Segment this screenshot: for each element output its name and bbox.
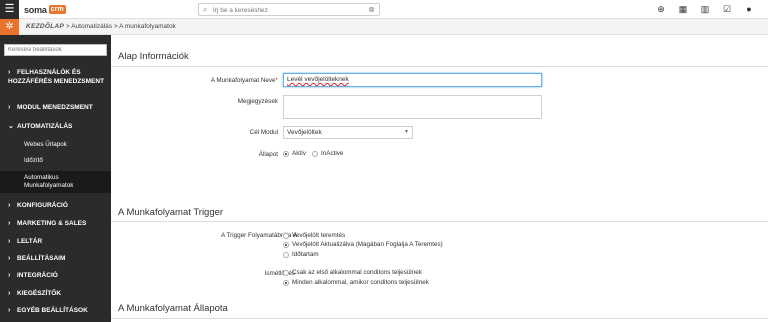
repeat-option-every[interactable]: Minden alkalommal, amikor conditons telj…: [283, 279, 429, 286]
sidebar-item-label: MARKETING & SALES: [17, 220, 87, 227]
required-marker: *: [275, 77, 278, 84]
sidebar-item-my-settings[interactable]: › BEÁLLÍTÁSAIM: [0, 254, 111, 263]
logo-text: soma: [24, 4, 47, 15]
target-module-select[interactable]: Vevőjelöltek ▼: [283, 126, 413, 139]
gear-icon[interactable]: ✲: [0, 19, 19, 35]
repeat-option-first[interactable]: Csak az első alkalommal conditons teljes…: [283, 269, 422, 276]
trigger-option-label: Időtartam: [292, 251, 319, 258]
bar-chart-icon[interactable]: ▥: [694, 3, 716, 16]
workflow-name-label: A Munkafolyamat Neve*: [111, 77, 278, 84]
radio-button[interactable]: [283, 232, 289, 239]
trigger-option-interval[interactable]: Időtartam: [283, 251, 319, 258]
workflow-name-value: Levél vevőjelölteknek: [287, 76, 349, 83]
trigger-label: A Trigger Folyamatábrája A: [221, 232, 297, 239]
workflow-name-label-text: A Munkafolyamat Neve: [210, 77, 276, 84]
notes-textarea[interactable]: [283, 95, 542, 119]
divider: [111, 66, 768, 67]
radio-button[interactable]: [283, 150, 289, 157]
sidebar-item-users[interactable]: › FELHASZNÁLÓK ÉS HOZZÁFÉRÉS MENEDZSMENT: [0, 68, 111, 86]
breadcrumb-home[interactable]: KEZDŐLAP: [26, 23, 64, 30]
app-logo[interactable]: soma crm: [24, 4, 66, 15]
divider: [111, 318, 768, 319]
hamburger-menu-icon[interactable]: ☰: [0, 0, 19, 19]
sidebar-item-label: AUTOMATIZÁLÁS: [17, 123, 73, 130]
sidebar-item-configuration[interactable]: › KONFIGURÁCIÓ: [0, 201, 111, 210]
status-active-option[interactable]: Aktív: [283, 150, 306, 157]
trigger-option-label: Vevőjelölt Aktualizálva (Magában Foglalj…: [292, 241, 443, 248]
chevron-right-icon: ›: [8, 272, 11, 279]
trigger-option-create[interactable]: Vevőjelölt teremtés: [283, 232, 345, 239]
trigger-option-update[interactable]: Vevőjelölt Aktualizálva (Magában Foglalj…: [283, 241, 443, 248]
chevron-right-icon: ›: [8, 255, 11, 262]
checkbox-icon[interactable]: ☑: [716, 3, 738, 16]
radio-button[interactable]: [283, 241, 289, 248]
notes-label: Megjegyzések: [237, 98, 278, 105]
sidebar-subitem-workflows[interactable]: Automatikus Munkafolyamatok: [0, 171, 111, 193]
status-label: Állapot: [258, 151, 278, 158]
section-title-trigger: A Munkafolyamat Trigger: [118, 207, 224, 218]
status-inactive-option[interactable]: InActive: [312, 150, 343, 157]
sidebar-item-automation[interactable]: ⌄ AUTOMATIZÁLÁS: [0, 122, 111, 131]
chevron-right-icon: ›: [8, 290, 11, 297]
calendar-icon[interactable]: ▦: [672, 3, 694, 16]
sidebar-item-label: KONFIGURÁCIÓ: [17, 202, 68, 209]
repeat-label: Ismétlődés: [264, 270, 295, 277]
breadcrumb-bar: ✲ KEZDŐLAP > Automatizálás > A munkafoly…: [0, 19, 768, 35]
target-module-label: Cél Modul: [249, 129, 278, 136]
radio-button[interactable]: [283, 251, 289, 258]
sidebar-item-label: MODUL MENEDZSMENT: [17, 104, 93, 111]
main-content: Alap Információk A Munkafolyamat Neve* L…: [111, 35, 768, 322]
sidebar-item-label: KIEGÉSZÍTŐK: [17, 290, 62, 297]
chevron-down-icon: ⌄: [8, 123, 14, 130]
chevron-right-icon: ›: [8, 220, 11, 227]
chevron-right-icon: ›: [8, 104, 11, 111]
top-icons: ⊕ ▦ ▥ ☑ ●: [650, 3, 760, 16]
sidebar-item-label: BEÁLLÍTÁSAIM: [17, 255, 66, 262]
caret-down-icon: ▼: [404, 129, 409, 135]
chevron-right-icon: ›: [8, 69, 11, 76]
radio-button[interactable]: [283, 269, 289, 276]
repeat-option-label: Csak az első alkalommal conditons teljes…: [292, 269, 422, 276]
sidebar-item-other-settings[interactable]: › EGYÉB BEÁLLÍTÁSOK: [0, 306, 111, 315]
sidebar-item-extensions[interactable]: › KIEGÉSZÍTŐK: [0, 289, 111, 298]
status-inactive-label: InActive: [321, 150, 344, 157]
target-module-value: Vevőjelöltek: [287, 129, 322, 136]
chevron-right-icon: ›: [8, 202, 11, 209]
top-bar: ☰ soma crm ⌕ ⊗ ⊕ ▦ ▥ ☑ ●: [0, 0, 768, 19]
sidebar-item-label: EGYÉB BEÁLLÍTÁSOK: [17, 307, 88, 314]
radio-button[interactable]: [283, 279, 289, 286]
repeat-option-label: Minden alkalommal, amikor conditons telj…: [292, 279, 429, 286]
sidebar-item-inventory[interactable]: › LELTÁR: [0, 237, 111, 246]
radio-button[interactable]: [312, 150, 318, 157]
sidebar: ›FELHASZNÁLÓK ÉS HOZZÁFÉRÉS MENEDZSMENT …: [0, 35, 111, 322]
sidebar-item-label: INTEGRÁCIÓ: [17, 272, 58, 279]
chevron-right-icon: ›: [8, 238, 11, 245]
sidebar-subitem-webforms[interactable]: Webes Űrlapok: [0, 141, 111, 149]
search-clear-icon[interactable]: ⊗: [368, 5, 375, 14]
section-title-status: A Munkafolyamat Állapota: [118, 303, 228, 314]
sidebar-item-label: LELTÁR: [17, 238, 43, 245]
user-icon[interactable]: ●: [738, 3, 760, 16]
sidebar-search-input[interactable]: [4, 44, 107, 56]
breadcrumb-path: > Automatizálás > A munkafolyamatok: [65, 23, 176, 30]
sidebar-item-integration[interactable]: › INTEGRÁCIÓ: [0, 271, 111, 280]
status-radio-group: Aktív InActive: [283, 150, 349, 157]
workflow-name-input[interactable]: Levél vevőjelölteknek: [283, 73, 542, 87]
plus-circle-icon[interactable]: ⊕: [650, 3, 672, 16]
global-search-input[interactable]: [213, 5, 363, 15]
divider: [111, 221, 768, 222]
global-search: ⌕ ⊗: [198, 3, 380, 16]
section-title-basic: Alap Információk: [118, 51, 189, 62]
sidebar-subitem-scheduler[interactable]: Időzítő: [0, 157, 111, 165]
status-active-label: Aktív: [292, 150, 306, 157]
logo-badge: crm: [48, 5, 66, 14]
search-icon: ⌕: [203, 5, 208, 14]
trigger-option-label: Vevőjelölt teremtés: [292, 232, 346, 239]
sidebar-item-label: FELHASZNÁLÓK ÉS HOZZÁFÉRÉS MENEDZSMENT: [8, 69, 105, 85]
sidebar-item-marketing[interactable]: › MARKETING & SALES: [0, 219, 111, 228]
breadcrumb: KEZDŐLAP > Automatizálás > A munkafolyam…: [26, 23, 176, 30]
chevron-right-icon: ›: [8, 307, 11, 314]
sidebar-item-modules[interactable]: › MODUL MENEDZSMENT: [0, 103, 111, 112]
